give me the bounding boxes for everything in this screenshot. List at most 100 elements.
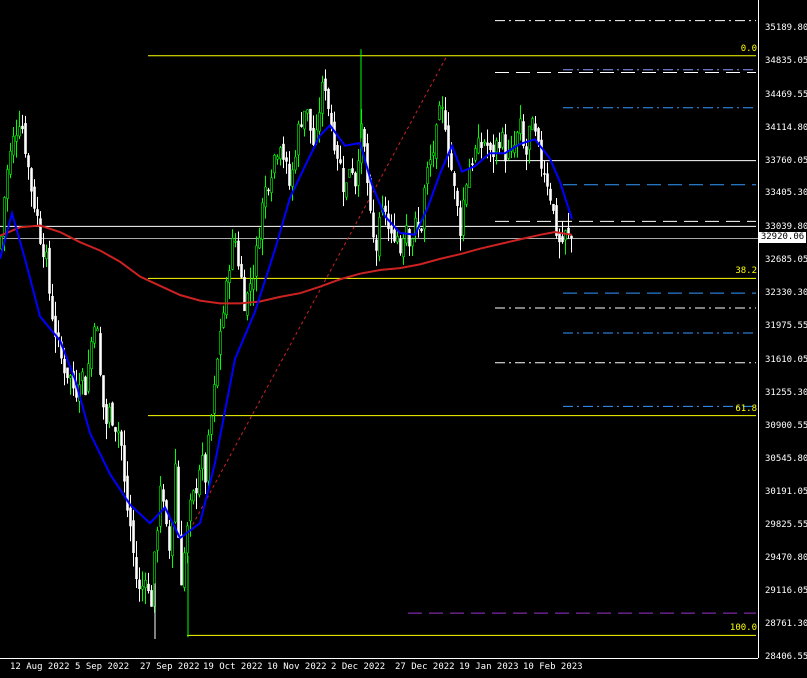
candle-body (438, 105, 441, 120)
candle-body (255, 245, 258, 277)
candle-body (399, 238, 402, 254)
time-axis[interactable]: 12 Aug 2022 5 Sep 2022 27 Sep 2022 19 Oct 2… (0, 658, 758, 678)
fast-moving-average (0, 123, 573, 540)
price-chart[interactable] (0, 0, 807, 677)
candle-body (429, 159, 432, 165)
candle-body (309, 108, 312, 131)
candle-body (150, 590, 153, 607)
candle-body (21, 125, 24, 130)
candle-body (516, 132, 519, 145)
price-tick: 34469.55 (765, 89, 807, 100)
price-tick: 28406.55 (765, 652, 807, 662)
candle-body (216, 358, 219, 387)
time-tick: 27 Sep 2022 (140, 662, 200, 672)
candle-body (558, 232, 561, 243)
candle-body (474, 148, 477, 161)
candle-body (570, 235, 573, 239)
candle-body (300, 124, 303, 127)
candle-body (159, 485, 162, 527)
candle-body (552, 204, 555, 211)
candle-body (306, 109, 309, 114)
candle-body (264, 186, 267, 208)
candle-body (207, 434, 210, 482)
candle-body (564, 230, 567, 241)
time-tick: 5 Sep 2022 (75, 662, 130, 672)
candle-body (291, 169, 294, 187)
candle-body (93, 326, 96, 344)
price-tick: 31975.55 (765, 321, 807, 332)
fib-level-label: 0.0 (740, 43, 757, 54)
candle-body (423, 187, 426, 230)
candle-body (402, 238, 405, 257)
candle-body (57, 332, 60, 337)
candle-body (51, 295, 54, 320)
price-tick: 33405.30 (765, 188, 807, 199)
time-tick: 27 Dec 2022 (395, 662, 455, 672)
candle-body (444, 110, 447, 130)
candle-body (18, 126, 21, 137)
candle-body (465, 184, 468, 205)
candle-body (66, 367, 69, 378)
candle-body (117, 430, 120, 434)
candle-body (135, 557, 138, 580)
candle-body (15, 135, 18, 142)
candle-body (282, 143, 285, 160)
candle-body (495, 140, 498, 153)
candle-body (12, 136, 15, 156)
candle-body (486, 142, 489, 146)
candle-body (162, 489, 165, 502)
price-tick: 32685.05 (765, 255, 807, 266)
candle-body (30, 168, 33, 192)
price-tick: 35189.80 (765, 23, 807, 33)
candle-body (156, 530, 159, 551)
candle-body (90, 341, 93, 369)
candle-body (372, 212, 375, 238)
candle-body (546, 173, 549, 187)
candle-body (276, 156, 279, 160)
price-axis[interactable]: 35189.80 34835.05 34469.55 34114.80 33760.05… (758, 0, 807, 662)
candle-body (477, 137, 480, 154)
candle-body (186, 525, 189, 554)
candle-body (228, 270, 231, 283)
candle-body (174, 463, 177, 523)
candle-body (126, 475, 129, 511)
candle-body (351, 168, 354, 174)
candle-body (234, 240, 237, 243)
candle-body (462, 199, 465, 236)
candle-body (249, 283, 252, 292)
candle-body (468, 168, 471, 188)
candle-body (519, 118, 522, 134)
candle-body (324, 78, 327, 91)
candle-body (63, 358, 66, 374)
candle-body (363, 128, 366, 147)
candle-body (42, 244, 45, 258)
candle-body (345, 182, 348, 198)
candle-body (99, 333, 102, 375)
candle-body (204, 454, 207, 483)
candle-body (543, 173, 546, 175)
candle-body (321, 81, 324, 114)
candle-body (132, 520, 135, 553)
candle-body (357, 160, 360, 186)
candle-body (36, 209, 39, 216)
candle-body (246, 292, 249, 316)
candle-body (279, 147, 282, 159)
candle-body (336, 144, 339, 159)
candle-body (120, 431, 123, 446)
candle-body (144, 580, 147, 588)
current-price-label: 32920.06 (759, 232, 806, 244)
candle-body (96, 328, 99, 332)
candle-body (318, 112, 321, 132)
candle-body (285, 157, 288, 162)
time-tick: 2 Dec 2022 (331, 662, 386, 672)
candle-body (303, 110, 306, 130)
candle-body (537, 128, 540, 142)
candle-body (342, 168, 345, 192)
candle-body (396, 236, 399, 243)
candle-body (267, 189, 270, 192)
candle-body (339, 159, 342, 164)
candle-body (45, 251, 48, 260)
candle-body (168, 526, 171, 551)
candle-body (288, 163, 291, 186)
candle-body (384, 205, 387, 212)
